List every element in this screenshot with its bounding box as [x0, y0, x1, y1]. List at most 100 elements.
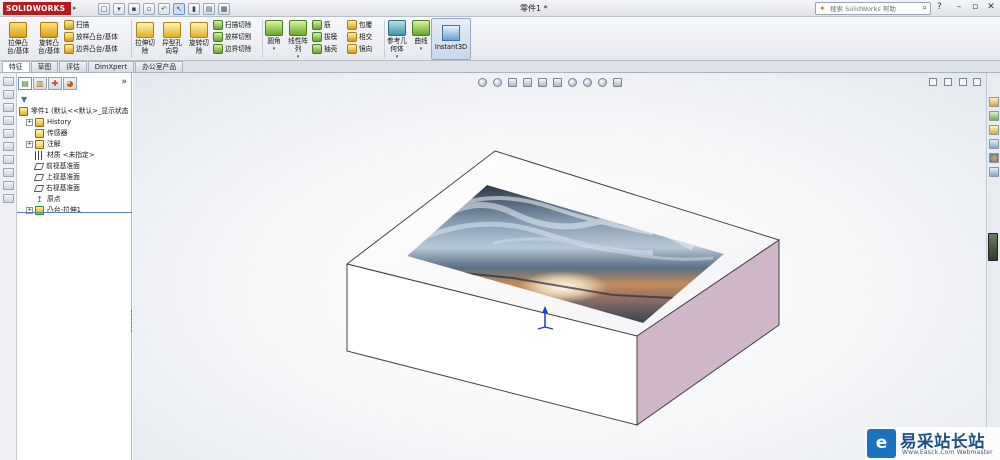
pattern-dropdown-icon[interactable]: ▾: [287, 53, 309, 61]
shell-button[interactable]: 抽壳: [312, 43, 346, 55]
lofted-cut-button[interactable]: 放样切割: [213, 31, 261, 43]
save-icon[interactable]: ▪: [128, 2, 140, 15]
draft-button[interactable]: 拔模: [312, 31, 346, 43]
tab-sketch[interactable]: 草图: [30, 61, 59, 72]
toolbar-icon[interactable]: [3, 90, 14, 99]
sweep-button[interactable]: 扫描: [64, 19, 130, 31]
configuration-manager-tab-icon[interactable]: ✚: [48, 77, 62, 90]
loft-icon: [64, 32, 74, 42]
toolbar-icon[interactable]: [3, 103, 14, 112]
toolbar-icon[interactable]: [3, 168, 14, 177]
tree-item-label: 凸台-拉伸1: [47, 206, 81, 214]
tree-item-front-plane[interactable]: 前视基准面: [19, 161, 131, 172]
reference-geometry-button[interactable]: 参考几 何体 ▾: [385, 20, 409, 61]
mirror-button[interactable]: 镜向: [347, 43, 383, 55]
tree-item-label: History: [47, 118, 72, 126]
tree-item-material[interactable]: 材质 <未指定>: [19, 150, 131, 161]
tab-office-products[interactable]: 办公室产品: [135, 61, 184, 72]
property-manager-tab-icon[interactable]: ▥: [33, 77, 47, 90]
custom-properties-icon[interactable]: [989, 167, 999, 177]
swept-cut-button[interactable]: 扫描切除: [213, 19, 261, 31]
tab-features[interactable]: 特征: [2, 61, 30, 72]
hole-wizard-button[interactable]: 异型孔 向导: [159, 22, 185, 55]
curves-icon: [412, 20, 430, 36]
tree-item-annotations[interactable]: + 注解: [19, 139, 131, 150]
feature-manager-tab-icon[interactable]: ▤: [18, 77, 32, 90]
tab-dimxpert[interactable]: DimXpert: [87, 61, 135, 72]
open-folder-icon[interactable]: ▾: [113, 2, 125, 15]
help-icon[interactable]: ?: [937, 2, 942, 12]
toolbar-icon[interactable]: [3, 129, 14, 138]
file-explorer-icon[interactable]: [989, 125, 999, 135]
tree-item-right-plane[interactable]: 右视基准面: [19, 183, 131, 194]
toolbar-icon[interactable]: [3, 142, 14, 151]
expand-icon[interactable]: +: [26, 119, 33, 126]
extrude-boss-label: 拉伸凸 台/基体: [6, 39, 29, 55]
revolve-cut-button[interactable]: 旋转切 除: [187, 22, 211, 55]
menu-arrow-icon[interactable]: ▸: [73, 4, 77, 12]
wrap-button[interactable]: 包覆: [347, 19, 383, 31]
search-input[interactable]: [830, 4, 912, 14]
graphics-area[interactable]: [133, 73, 986, 460]
revolve-cut-icon: [190, 22, 208, 38]
rollback-bar[interactable]: [17, 212, 132, 213]
curves-dropdown-icon[interactable]: ▾: [411, 45, 431, 53]
tab-evaluate[interactable]: 评估: [59, 61, 87, 72]
part-icon: [19, 107, 28, 116]
solidworks-logo[interactable]: SOLIDWORKS: [3, 2, 71, 15]
tree-root[interactable]: 零件1 (默认<<默认>_显示状态: [19, 106, 131, 117]
help-search-box[interactable]: ✦ ⌕: [815, 2, 931, 15]
boss-small-group: 扫描 放样凸台/基体 边界凸台/基体: [64, 19, 130, 55]
fillet-button[interactable]: 圆角 ▾: [264, 20, 284, 53]
refgeom-dropdown-icon[interactable]: ▾: [385, 53, 409, 61]
loft-boss-button[interactable]: 放样凸台/基体: [64, 31, 130, 43]
revolve-boss-button[interactable]: 旋转凸 台/基体: [34, 22, 64, 55]
extrude-boss-button[interactable]: 拉伸凸 台/基体: [3, 22, 33, 55]
rebuild-icon[interactable]: ▮: [188, 2, 200, 15]
undo-icon[interactable]: ↶: [158, 2, 170, 15]
select-pointer-icon[interactable]: ↖: [173, 2, 185, 15]
boundary-cut-button[interactable]: 边界切除: [213, 43, 261, 55]
minimize-button[interactable]: –: [953, 2, 965, 14]
appearances-icon[interactable]: [989, 153, 999, 163]
toolbar-icon[interactable]: [3, 77, 14, 86]
file-properties-icon[interactable]: ▤: [203, 2, 215, 15]
tree-item-top-plane[interactable]: 上视基准面: [19, 172, 131, 183]
toolbar-icon[interactable]: [3, 194, 14, 203]
tree-item-boss-extrude[interactable]: + 凸台-拉伸1: [19, 205, 131, 216]
design-library-icon[interactable]: [989, 111, 999, 121]
tree-item-origin[interactable]: ↥ 原点: [19, 194, 131, 205]
instant3d-button[interactable]: Instant3D: [431, 18, 471, 60]
close-button[interactable]: ✕: [985, 2, 997, 14]
curves-button[interactable]: 曲线 ▾: [411, 20, 431, 53]
toolbar-icon[interactable]: [3, 116, 14, 125]
print-icon[interactable]: ▫: [143, 2, 155, 15]
revolve-boss-label: 旋转凸 台/基体: [37, 39, 60, 55]
part-model[interactable]: [133, 73, 986, 460]
linear-pattern-label: 线性阵 列: [288, 37, 308, 53]
restore-button[interactable]: ▫: [969, 2, 981, 14]
boundary-boss-button[interactable]: 边界凸台/基体: [64, 43, 130, 55]
options-icon[interactable]: ▦: [218, 2, 230, 15]
extrude-cut-button[interactable]: 拉伸切 除: [133, 22, 157, 55]
sweep-icon: [64, 20, 74, 30]
mirror-icon: [347, 44, 357, 54]
rib-button[interactable]: 筋: [312, 19, 346, 31]
expand-panel-icon[interactable]: »: [121, 77, 127, 87]
toolbar-icon[interactable]: [3, 181, 14, 190]
tree-item-history[interactable]: + History: [19, 117, 131, 128]
toolbar-icon[interactable]: [3, 155, 14, 164]
ribbon-separator: [262, 20, 263, 58]
tree-item-sensors[interactable]: 传感器: [19, 128, 131, 139]
fillet-dropdown-icon[interactable]: ▾: [264, 45, 284, 53]
filter-icon[interactable]: ▼: [21, 95, 27, 104]
pane-slider-handle[interactable]: [988, 233, 998, 261]
linear-pattern-button[interactable]: 线性阵 列 ▾: [287, 20, 309, 61]
intersect-button[interactable]: 相交: [347, 31, 383, 43]
display-manager-tab-icon[interactable]: ◕: [63, 77, 77, 90]
expand-icon[interactable]: +: [26, 141, 33, 148]
solidworks-resources-icon[interactable]: [989, 97, 999, 107]
search-icon[interactable]: ⌕: [923, 3, 927, 13]
view-palette-icon[interactable]: [989, 139, 999, 149]
new-document-icon[interactable]: □: [98, 2, 110, 15]
